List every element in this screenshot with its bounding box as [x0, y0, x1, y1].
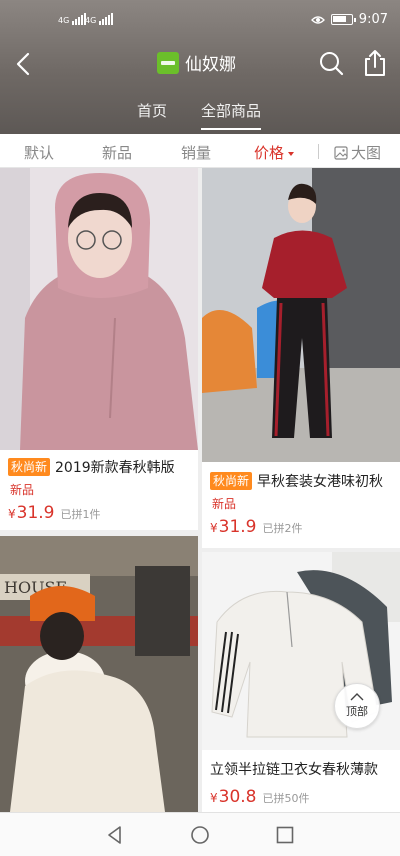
share-icon[interactable]	[362, 49, 388, 77]
currency-symbol: ¥	[210, 521, 218, 535]
battery-fill	[332, 16, 346, 22]
product-title-row: 秋尚新 2019新款春秋韩版	[8, 457, 175, 477]
image-icon	[334, 145, 348, 160]
network-type-label: 4G	[58, 16, 70, 25]
status-bar: 4G 4G 9:07	[0, 0, 400, 44]
sort-divider	[318, 144, 319, 159]
back-to-top-label: 顶部	[346, 705, 368, 718]
nav-back-icon[interactable]	[105, 825, 125, 845]
network-type-label: 4G	[85, 16, 97, 25]
new-tag: 新品	[10, 483, 35, 497]
back-to-top-button[interactable]: 顶部	[334, 683, 380, 729]
store-tabs: 首页 全部商品	[0, 96, 400, 134]
store-name: 仙奴娜	[185, 55, 236, 75]
big-image-label: 大图	[351, 144, 382, 162]
caret-down-icon	[288, 152, 295, 156]
sort-price[interactable]: 价格	[254, 142, 295, 163]
product-title: 早秋套装女港味初秋	[257, 474, 384, 490]
price-value: 31.9	[218, 517, 257, 537]
sold-count: 已拼1件	[60, 508, 101, 521]
sold-count: 已拼50件	[262, 792, 310, 805]
product-image[interactable]	[202, 168, 400, 462]
nav-bar: 仙奴娜	[0, 44, 400, 86]
battery-icon	[330, 14, 356, 25]
currency-symbol: ¥	[8, 507, 16, 521]
price-value: 31.9	[16, 503, 55, 523]
sort-price-label: 价格	[254, 144, 285, 162]
nav-home-icon[interactable]	[190, 825, 210, 845]
promo-badge: 秋尚新	[8, 458, 51, 476]
product-card[interactable]: 秋尚新 早秋套装女港味初秋 新品 ¥31.9 已拼2件	[202, 168, 400, 548]
screen: 4G 4G 9:07 仙奴娜 首页 全部商品 默认 新品 销量 价格 大图 秋尚…	[0, 0, 400, 856]
big-image-toggle[interactable]: 大图	[334, 142, 381, 163]
product-image[interactable]: HOUSE	[0, 536, 198, 812]
product-price: ¥31.9	[210, 517, 257, 537]
new-tag: 新品	[212, 497, 237, 511]
tab-home[interactable]: 首页	[137, 100, 167, 121]
product-card[interactable]: HOUSE	[0, 536, 198, 812]
product-title: 2019新款春秋韩版	[55, 460, 175, 476]
tab-all-products[interactable]: 全部商品	[201, 100, 262, 130]
system-nav-bar	[0, 812, 400, 856]
signal-icon: 4G	[58, 13, 87, 25]
store-header: 4G 4G 9:07 仙奴娜 首页 全部商品	[0, 0, 400, 134]
store-title: 仙奴娜	[157, 50, 236, 75]
price-row: ¥31.9 已拼1件	[8, 503, 101, 523]
eye-icon	[310, 15, 325, 24]
search-icon[interactable]	[318, 50, 344, 76]
currency-symbol: ¥	[210, 791, 218, 805]
nav-recents-icon[interactable]	[275, 825, 295, 845]
status-right: 9:07	[310, 12, 388, 27]
price-row: ¥31.9 已拼2件	[210, 517, 303, 537]
sold-count: 已拼2件	[262, 522, 303, 535]
sort-default[interactable]: 默认	[24, 142, 54, 163]
sort-bar: 默认 新品 销量 价格 大图	[0, 134, 400, 168]
product-title-row: 立领半拉链卫衣女春秋薄款	[210, 759, 378, 779]
signal-icon: 4G	[85, 13, 114, 25]
product-price: ¥31.9	[8, 503, 55, 523]
product-title-row: 秋尚新 早秋套装女港味初秋	[210, 471, 383, 491]
product-image[interactable]	[0, 168, 198, 450]
sort-sales[interactable]: 销量	[181, 142, 211, 163]
sort-new[interactable]: 新品	[102, 142, 132, 163]
product-title: 立领半拉链卫衣女春秋薄款	[210, 762, 378, 778]
product-card[interactable]: 立领半拉链卫衣女春秋薄款 ¥30.8 已拼50件	[202, 552, 400, 812]
product-price: ¥30.8	[210, 787, 257, 807]
product-card[interactable]: 秋尚新 2019新款春秋韩版 新品 ¥31.9 已拼1件	[0, 168, 198, 530]
clock: 9:07	[358, 12, 388, 27]
promo-badge: 秋尚新	[210, 472, 253, 490]
price-value: 30.8	[218, 787, 257, 807]
back-icon[interactable]	[10, 50, 38, 78]
price-row: ¥30.8 已拼50件	[210, 787, 310, 807]
store-logo	[157, 51, 179, 74]
chevron-up-icon	[350, 693, 364, 701]
